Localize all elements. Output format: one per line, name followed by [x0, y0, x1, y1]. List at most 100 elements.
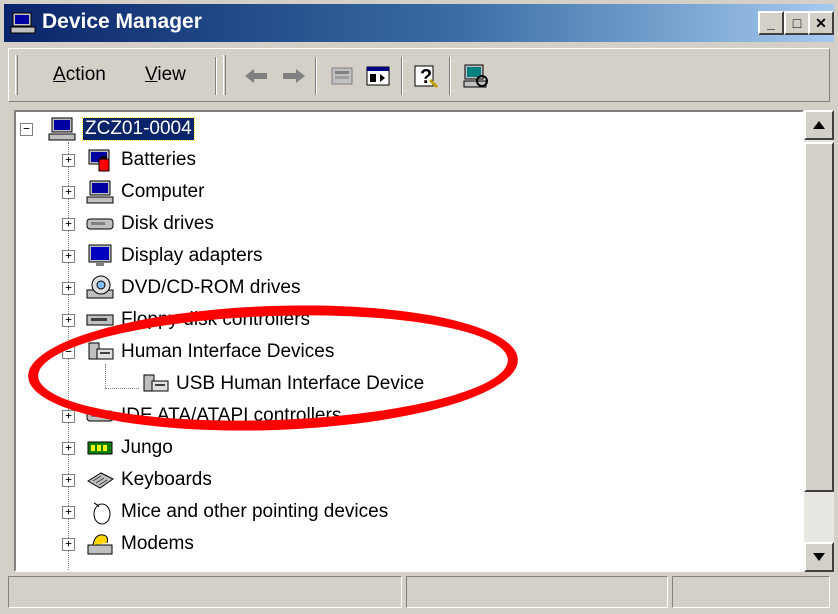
toolbar-grip[interactable] [15, 55, 18, 95]
maximize-icon: □ [792, 15, 802, 31]
svg-text:?: ? [420, 66, 432, 88]
tree-item-label: DVD/CD-ROM drives [121, 277, 301, 298]
expand-toggle[interactable]: + [62, 185, 75, 199]
tree-connector [105, 364, 106, 388]
disk-drive-icon [86, 218, 114, 230]
scan-hardware-button[interactable] [459, 59, 493, 93]
expand-toggle[interactable]: + [62, 537, 75, 551]
window-title: Device Manager [42, 10, 202, 33]
scan-hardware-icon [463, 64, 488, 88]
expand-toggle[interactable]: + [62, 313, 75, 327]
help-button[interactable]: ? [409, 59, 443, 93]
expand-toggle[interactable]: + [62, 505, 75, 519]
close-button[interactable]: ✕ [808, 11, 834, 35]
computer-icon [48, 117, 76, 141]
toolbar-separator [315, 57, 317, 95]
view-menu-label: View [145, 64, 186, 85]
maximize-button[interactable]: □ [784, 11, 810, 35]
ide-controller-icon [86, 410, 114, 422]
scroll-thumb[interactable] [804, 142, 834, 492]
tree-item-disk-drives[interactable]: + Disk drives [62, 209, 214, 239]
tree-item-usb-hid[interactable]: USB Human Interface Device [140, 369, 424, 399]
toolbar-separator [215, 57, 217, 95]
cdrom-icon [86, 275, 114, 299]
hid-icon [143, 374, 169, 392]
status-pane-2 [406, 576, 668, 608]
status-pane-1 [8, 576, 402, 608]
minimize-icon: _ [767, 15, 775, 31]
modem-icon [87, 534, 113, 555]
expand-toggle[interactable]: + [62, 473, 75, 487]
tree-item-label: Mice and other pointing devices [121, 501, 389, 522]
expand-toggle[interactable]: + [62, 281, 75, 295]
up-arrow-icon [813, 121, 825, 129]
tree-item-mice[interactable]: + Mice and other pointing devices [62, 497, 388, 527]
keyboard-icon [87, 472, 114, 489]
collapse-toggle[interactable]: − [20, 122, 33, 136]
jungo-icon [87, 441, 113, 455]
tree-item-label: Batteries [121, 149, 196, 170]
tree-item-label: Jungo [121, 437, 173, 458]
console-tree-icon [366, 66, 390, 86]
back-arrow-icon [245, 69, 267, 83]
collapse-toggle[interactable]: − [62, 345, 75, 359]
toolbar-separator [449, 57, 451, 95]
battery-icon [88, 149, 110, 172]
forward-button[interactable] [277, 59, 311, 93]
tree-item-label: Display adapters [121, 245, 263, 266]
minimize-button[interactable]: _ [758, 11, 784, 35]
device-manager-icon [10, 12, 36, 34]
tree-item-ide-controllers[interactable]: + IDE ATA/ATAPI controllers [62, 401, 341, 431]
expand-toggle[interactable]: + [62, 153, 75, 167]
tree-item-dvd-cdrom[interactable]: + DVD/CD-ROM drives [62, 273, 300, 303]
toolbar: Action View ? [8, 48, 830, 102]
floppy-controller-icon [86, 314, 114, 326]
status-pane-3 [672, 576, 830, 608]
action-menu[interactable]: Action [53, 64, 106, 86]
tree-item-label: Computer [121, 181, 205, 202]
tree-item-jungo[interactable]: + Jungo [62, 433, 173, 463]
properties-button[interactable] [325, 59, 359, 93]
expand-toggle[interactable]: + [62, 409, 75, 423]
tree-item-label: Human Interface Devices [121, 341, 335, 362]
properties-icon [331, 67, 353, 85]
toolbar-grip[interactable] [223, 55, 226, 95]
forward-arrow-icon [283, 69, 305, 83]
down-arrow-icon [813, 553, 825, 561]
back-button[interactable] [239, 59, 273, 93]
vertical-scrollbar[interactable] [804, 110, 834, 572]
hid-icon [88, 342, 114, 360]
tree-item-floppy-controllers[interactable]: + Floppy disk controllers [62, 305, 310, 335]
computer-name-label: ZCZ01-0004 [82, 117, 195, 141]
scroll-down-button[interactable] [804, 542, 834, 572]
tree-item-label: Modems [121, 533, 194, 554]
tree-item-label: Floppy disk controllers [121, 309, 311, 330]
tree-item-modems[interactable]: + Modems [62, 529, 194, 559]
tree-item-batteries[interactable]: + Batteries [62, 145, 196, 175]
action-menu-label: Action [53, 64, 106, 85]
device-tree[interactable]: − ZCZ01-0004 + Batteries + Computer + Di… [14, 110, 804, 572]
expand-toggle[interactable]: + [62, 249, 75, 263]
tree-connector [105, 388, 139, 389]
close-icon: ✕ [815, 14, 827, 31]
mouse-icon [93, 502, 111, 525]
scroll-up-button[interactable] [804, 110, 834, 140]
computer-icon [86, 180, 114, 204]
view-menu[interactable]: View [145, 64, 186, 86]
device-manager-window: Device Manager _ □ ✕ Action View ? − ZCZ… [0, 0, 838, 614]
tree-item-human-interface-devices[interactable]: − Human Interface Devices [62, 337, 334, 367]
show-hide-tree-button[interactable] [361, 59, 395, 93]
tree-item-label: IDE ATA/ATAPI controllers [121, 405, 342, 426]
tree-item-display-adapters[interactable]: + Display adapters [62, 241, 263, 271]
title-bar[interactable]: Device Manager _ □ ✕ [4, 4, 834, 42]
tree-item-computer[interactable]: + Computer [62, 177, 204, 207]
expand-toggle[interactable]: + [62, 441, 75, 455]
toolbar-separator [401, 57, 403, 95]
help-icon: ? [414, 65, 439, 89]
display-adapter-icon [88, 244, 112, 266]
tree-root[interactable]: − ZCZ01-0004 [20, 114, 195, 144]
tree-item-keyboards[interactable]: + Keyboards [62, 465, 212, 495]
tree-item-label: Disk drives [121, 213, 214, 234]
expand-toggle[interactable]: + [62, 217, 75, 231]
tree-item-label: Keyboards [121, 469, 212, 490]
